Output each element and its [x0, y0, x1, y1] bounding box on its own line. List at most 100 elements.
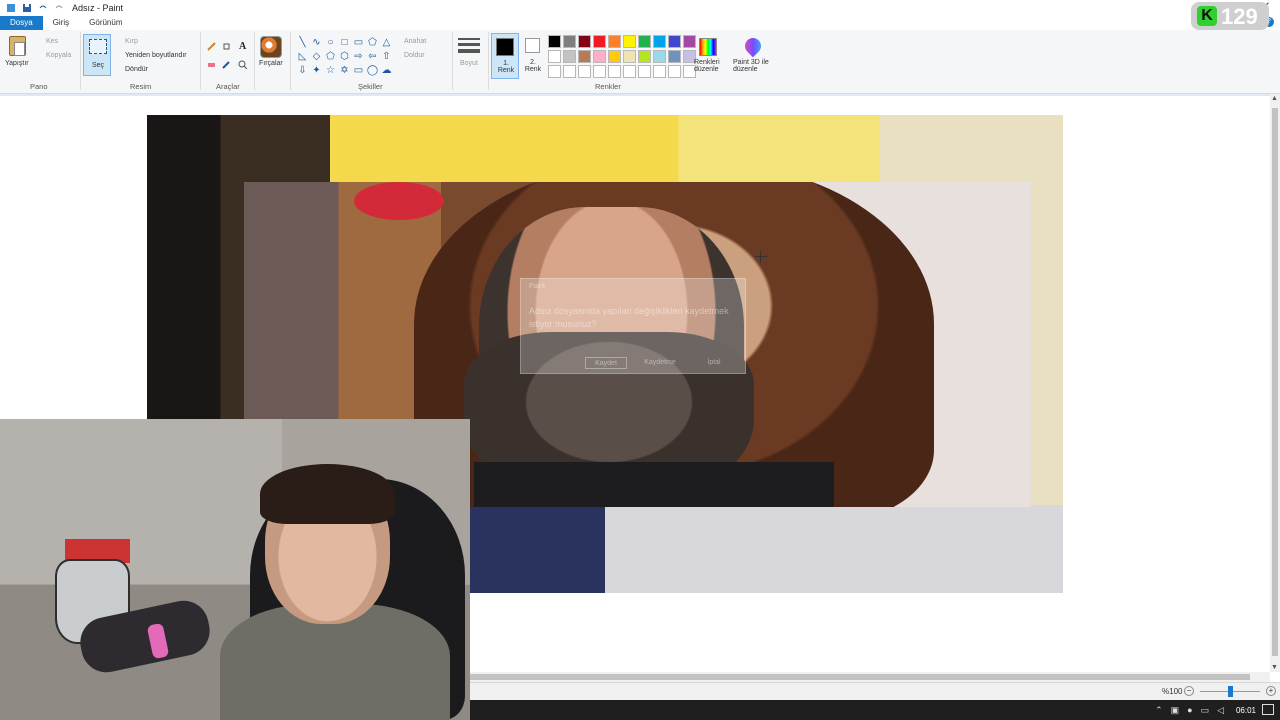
- palette-swatch[interactable]: [608, 50, 621, 63]
- fill-button[interactable]: Doldur: [404, 52, 425, 59]
- dont-save-button[interactable]: Kaydetme: [639, 357, 681, 369]
- right-arrow-shape-icon[interactable]: ⇨: [352, 50, 365, 63]
- scroll-up-icon[interactable]: ▲: [1271, 95, 1278, 102]
- triangle-shape-icon[interactable]: △: [380, 36, 393, 49]
- size-icon[interactable]: [458, 38, 480, 56]
- crop-button[interactable]: Kırp: [125, 38, 138, 45]
- palette-swatch[interactable]: [668, 50, 681, 63]
- palette-swatch[interactable]: [548, 50, 561, 63]
- palette-swatch[interactable]: [578, 35, 591, 48]
- palette-swatch[interactable]: [563, 65, 576, 78]
- rectangle-shape-icon[interactable]: □: [338, 36, 351, 49]
- callout-shape-icon[interactable]: ▭: [352, 64, 365, 77]
- edit-colors-icon[interactable]: [699, 38, 717, 56]
- palette-swatch[interactable]: [578, 50, 591, 63]
- pentagon-shape-icon[interactable]: ⬠: [324, 50, 337, 63]
- shapes-gallery[interactable]: ╲ ∿ ○ □ ▭ ⬠ △ ◺ ◇ ⬠ ⬡ ⇨ ⇦ ⇧ ⇩ ✦ ☆ ✡ ▭ ◯ …: [296, 36, 392, 78]
- palette-swatch[interactable]: [623, 35, 636, 48]
- up-arrow-shape-icon[interactable]: ⇧: [380, 50, 393, 63]
- palette-swatch[interactable]: [653, 50, 666, 63]
- tray-chevron-icon[interactable]: ⌃: [1155, 705, 1163, 716]
- select-button[interactable]: Seç: [83, 34, 111, 76]
- palette-swatch[interactable]: [563, 35, 576, 48]
- paste-icon[interactable]: [9, 36, 26, 56]
- palette-swatch[interactable]: [593, 65, 606, 78]
- palette-swatch[interactable]: [623, 50, 636, 63]
- outline-button[interactable]: Anahat: [404, 38, 426, 45]
- rotate-button[interactable]: Döndür: [125, 66, 148, 73]
- color-palette[interactable]: [548, 35, 696, 78]
- curve-shape-icon[interactable]: ∿: [310, 36, 323, 49]
- palette-swatch[interactable]: [623, 65, 636, 78]
- oval-callout-shape-icon[interactable]: ◯: [366, 64, 379, 77]
- paste-button-label[interactable]: Yapıştır: [5, 60, 29, 67]
- redo-icon[interactable]: [54, 3, 64, 13]
- vertical-scroll-thumb[interactable]: [1272, 108, 1278, 656]
- palette-swatch[interactable]: [653, 35, 666, 48]
- brushes-button[interactable]: Fırçalar: [259, 60, 283, 67]
- pencil-icon[interactable]: [207, 42, 216, 51]
- four-point-star-shape-icon[interactable]: ✦: [310, 64, 323, 77]
- palette-swatch[interactable]: [548, 65, 561, 78]
- edit-colors-button[interactable]: Renkleri düzenle: [694, 59, 724, 73]
- palette-swatch[interactable]: [638, 35, 651, 48]
- tray-app-icon[interactable]: ▣: [1171, 705, 1180, 716]
- tab-home[interactable]: Giriş: [43, 16, 79, 30]
- zoom-out-icon[interactable]: −: [1184, 686, 1194, 696]
- volume-icon[interactable]: ◁: [1217, 705, 1224, 716]
- cloud-callout-shape-icon[interactable]: ☁: [380, 64, 393, 77]
- palette-swatch[interactable]: [608, 65, 621, 78]
- palette-swatch[interactable]: [668, 65, 681, 78]
- brushes-icon[interactable]: [260, 36, 282, 58]
- palette-swatch[interactable]: [563, 50, 576, 63]
- palette-swatch[interactable]: [608, 35, 621, 48]
- copy-button[interactable]: Kopyala: [46, 52, 71, 59]
- horizontal-scrollbar[interactable]: [470, 672, 1270, 682]
- magnifier-icon[interactable]: [238, 60, 247, 69]
- right-triangle-shape-icon[interactable]: ◺: [296, 50, 309, 63]
- scroll-down-icon[interactable]: ▼: [1271, 664, 1278, 671]
- palette-swatch[interactable]: [683, 35, 696, 48]
- zoom-in-icon[interactable]: +: [1266, 686, 1276, 696]
- line-shape-icon[interactable]: ╲: [296, 36, 309, 49]
- text-icon[interactable]: A: [238, 40, 247, 49]
- six-point-star-shape-icon[interactable]: ✡: [338, 64, 351, 77]
- palette-swatch[interactable]: [638, 65, 651, 78]
- notification-icon[interactable]: [1262, 704, 1274, 715]
- color1-button[interactable]: 1. Renk: [491, 33, 519, 79]
- palette-swatch[interactable]: [653, 65, 666, 78]
- vertical-scrollbar[interactable]: ▲ ▼: [1270, 94, 1280, 672]
- color-picker-icon[interactable]: [222, 60, 231, 69]
- paint3d-icon[interactable]: [741, 34, 765, 58]
- paint3d-button[interactable]: Paint 3D ile düzenle: [733, 59, 777, 73]
- oval-shape-icon[interactable]: ○: [324, 36, 337, 49]
- cancel-button[interactable]: İptal: [693, 357, 735, 369]
- taskbar-clock[interactable]: 06:01: [1236, 706, 1256, 715]
- palette-swatch[interactable]: [593, 50, 606, 63]
- resize-button[interactable]: Yeniden boyutlandır: [125, 52, 187, 59]
- left-arrow-shape-icon[interactable]: ⇦: [366, 50, 379, 63]
- fill-icon[interactable]: [222, 42, 231, 51]
- microphone-icon[interactable]: ●: [1187, 705, 1192, 716]
- palette-swatch[interactable]: [548, 35, 561, 48]
- palette-swatch[interactable]: [638, 50, 651, 63]
- cut-button[interactable]: Kes: [46, 38, 58, 45]
- palette-swatch[interactable]: [593, 35, 606, 48]
- eraser-icon[interactable]: [207, 60, 216, 69]
- down-arrow-shape-icon[interactable]: ⇩: [296, 64, 309, 77]
- tab-view[interactable]: Görünüm: [79, 16, 132, 30]
- rounded-rect-shape-icon[interactable]: ▭: [352, 36, 365, 49]
- tab-file[interactable]: Dosya: [0, 16, 43, 30]
- five-point-star-shape-icon[interactable]: ☆: [324, 64, 337, 77]
- zoom-slider-thumb[interactable]: [1228, 686, 1233, 697]
- palette-swatch[interactable]: [668, 35, 681, 48]
- undo-icon[interactable]: [38, 3, 48, 13]
- hexagon-shape-icon[interactable]: ⬡: [338, 50, 351, 63]
- save-button[interactable]: Kaydet: [585, 357, 627, 369]
- save-icon[interactable]: [22, 3, 32, 13]
- palette-swatch[interactable]: [578, 65, 591, 78]
- polygon-shape-icon[interactable]: ⬠: [366, 36, 379, 49]
- network-icon[interactable]: ▭: [1201, 705, 1210, 716]
- horizontal-scroll-thumb[interactable]: [470, 674, 1250, 680]
- size-button[interactable]: Boyut: [460, 60, 478, 67]
